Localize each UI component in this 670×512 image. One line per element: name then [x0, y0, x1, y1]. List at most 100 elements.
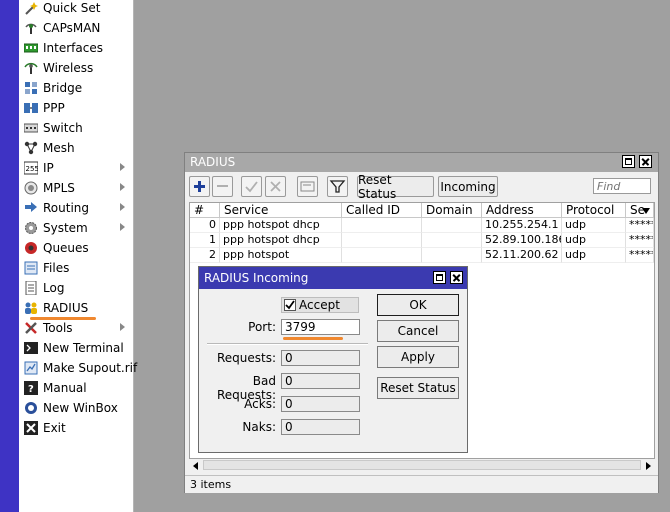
- svg-text:?: ?: [28, 384, 34, 395]
- menu-item-new-winbox[interactable]: New WinBox: [19, 398, 133, 418]
- column-header-protocol[interactable]: Protocol: [562, 203, 626, 218]
- table-cell-address[interactable]: 52.11.200.62: [482, 248, 562, 263]
- menu-item-wireless[interactable]: Wireless: [19, 58, 133, 78]
- wireless-icon: [24, 61, 38, 75]
- table-cell-address[interactable]: 10.255.254.1: [482, 218, 562, 233]
- scroll-left-icon[interactable]: [193, 462, 198, 470]
- filter-icon: [329, 180, 346, 193]
- menu-item-tools[interactable]: Tools: [19, 318, 133, 338]
- menu-item-manual[interactable]: ? Manual: [19, 378, 133, 398]
- comment-button[interactable]: [297, 176, 318, 197]
- menu-item-mpls[interactable]: MPLS: [19, 178, 133, 198]
- maximize-button[interactable]: [622, 155, 635, 168]
- menu-item-exit[interactable]: Exit: [19, 418, 133, 438]
- menu-item-bridge[interactable]: Bridge: [19, 78, 133, 98]
- tools-icon: [24, 321, 38, 335]
- menu-item-ppp[interactable]: PPP: [19, 98, 133, 118]
- menu-item-make-supout[interactable]: Make Supout.rif: [19, 358, 137, 378]
- radius-window-title: RADIUS: [190, 155, 236, 169]
- table-cell-called-id[interactable]: [342, 218, 422, 233]
- column-header-called-id[interactable]: Called ID: [342, 203, 422, 218]
- table-cell-secret[interactable]: *****: [626, 233, 654, 248]
- menu-item-capsman[interactable]: CAPsMAN: [19, 18, 133, 38]
- menu-item-new-terminal[interactable]: New Terminal: [19, 338, 133, 358]
- column-dropdown-icon[interactable]: [642, 208, 650, 214]
- menu-item-quick-set[interactable]: Quick Set: [19, 0, 133, 18]
- menu-item-label: Interfaces: [43, 41, 103, 55]
- ok-button[interactable]: OK: [377, 294, 459, 316]
- table-cell-service[interactable]: ppp hotspot: [220, 248, 342, 263]
- scrollbar-thumb[interactable]: [203, 460, 641, 470]
- column-header-number[interactable]: #: [190, 203, 220, 218]
- menu-item-label: Queues: [43, 241, 89, 255]
- scroll-right-icon[interactable]: [646, 462, 651, 470]
- filter-button[interactable]: [327, 176, 348, 197]
- table-cell-secret[interactable]: *****: [626, 248, 654, 263]
- main-menu: Quick Set CAPsMAN Interfaces Wireless Br…: [19, 0, 137, 512]
- table-cell-service[interactable]: ppp hotspot dhcp: [220, 233, 342, 248]
- cancel-button[interactable]: Cancel: [377, 320, 459, 342]
- table-cell-protocol[interactable]: udp: [562, 248, 626, 263]
- submenu-arrow-icon: [120, 223, 125, 231]
- table-cell-service[interactable]: ppp hotspot dhcp: [220, 218, 342, 233]
- accept-checkbox[interactable]: [284, 299, 296, 311]
- table-cell-domain[interactable]: [422, 233, 482, 248]
- menu-item-log[interactable]: Log: [19, 278, 133, 298]
- table-cell-number[interactable]: 2: [190, 248, 220, 263]
- reset-status-button[interactable]: Reset Status: [357, 173, 434, 201]
- ppp-icon: [24, 101, 38, 115]
- column-header-domain[interactable]: Domain: [422, 203, 482, 218]
- remove-button[interactable]: [212, 176, 233, 197]
- table-cell-called-id[interactable]: [342, 248, 422, 263]
- radius-window-titlebar[interactable]: RADIUS: [185, 153, 658, 172]
- incoming-button[interactable]: Incoming: [438, 176, 498, 197]
- horizontal-scrollbar[interactable]: [191, 459, 654, 472]
- close-button[interactable]: [639, 155, 652, 168]
- menu-item-switch[interactable]: Switch: [19, 118, 133, 138]
- separator: [207, 343, 368, 345]
- requests-label: Requests:: [216, 351, 276, 365]
- find-input[interactable]: [593, 178, 651, 194]
- reset-status-button[interactable]: Reset Status: [377, 377, 459, 399]
- maximize-button[interactable]: [433, 271, 446, 284]
- table-cell-protocol[interactable]: udp: [562, 218, 626, 233]
- table-cell-address[interactable]: 52.89.100.186: [482, 233, 562, 248]
- table-cell-domain[interactable]: [422, 218, 482, 233]
- menu-item-radius[interactable]: RADIUS: [19, 298, 133, 318]
- accept-checkbox-container[interactable]: Accept: [281, 297, 359, 313]
- table-cell-called-id[interactable]: [342, 233, 422, 248]
- menu-item-routing[interactable]: Routing: [19, 198, 133, 218]
- enable-button[interactable]: [241, 176, 262, 197]
- apply-button[interactable]: Apply: [377, 346, 459, 368]
- requests-value: 0: [281, 350, 360, 366]
- table-cell-number[interactable]: 1: [190, 233, 220, 248]
- menu-item-system[interactable]: System: [19, 218, 133, 238]
- add-button[interactable]: [189, 176, 210, 197]
- menu-item-ip[interactable]: 255 IP: [19, 158, 133, 178]
- accept-label: Accept: [299, 298, 340, 312]
- disable-button[interactable]: [265, 176, 286, 197]
- menu-item-interfaces[interactable]: Interfaces: [19, 38, 133, 58]
- folder-icon: [24, 261, 38, 275]
- naks-label: Naks:: [242, 420, 276, 434]
- table-cell-number[interactable]: 0: [190, 218, 220, 233]
- column-header-service[interactable]: Service: [220, 203, 342, 218]
- menu-item-files[interactable]: Files: [19, 258, 133, 278]
- menu-item-label: IP: [43, 161, 54, 175]
- port-input[interactable]: 3799: [281, 319, 360, 335]
- menu-item-queues[interactable]: Queues: [19, 238, 133, 258]
- manual-icon: ?: [24, 381, 38, 395]
- submenu-arrow-icon: [120, 323, 125, 331]
- menu-item-mesh[interactable]: Mesh: [19, 138, 133, 158]
- wand-icon: [24, 1, 38, 15]
- table-cell-secret[interactable]: *****: [626, 218, 654, 233]
- menu-item-label: Files: [43, 261, 70, 275]
- table-cell-protocol[interactable]: udp: [562, 233, 626, 248]
- dialog-titlebar[interactable]: RADIUS Incoming: [199, 267, 467, 289]
- close-button[interactable]: [450, 271, 463, 284]
- radius-users-icon: [24, 301, 38, 315]
- table-cell-domain[interactable]: [422, 248, 482, 263]
- acks-label: Acks:: [244, 397, 276, 411]
- column-header-address[interactable]: Address: [482, 203, 562, 218]
- menu-item-label: Switch: [43, 121, 83, 135]
